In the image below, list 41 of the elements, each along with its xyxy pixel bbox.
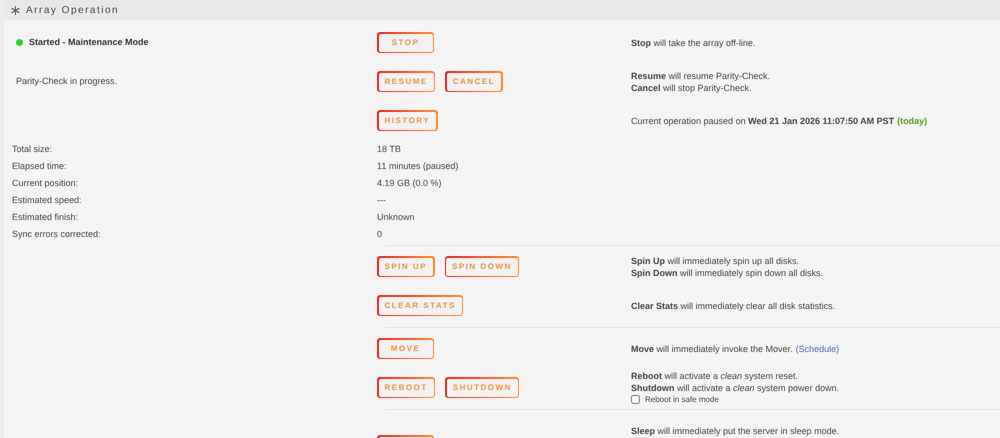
stat-value: --- <box>377 194 386 207</box>
stat-label: Estimated speed: <box>11 194 83 207</box>
stat-value: 18 TB <box>377 142 401 156</box>
action-button[interactable]: RESUME <box>377 71 436 92</box>
action-button[interactable]: REBOOT <box>377 377 436 398</box>
stat-value: 11 minutes (paused) <box>377 160 458 173</box>
action-description: Stop will take the array off-line. <box>631 36 756 48</box>
parity-status: Parity-Check in progress. <box>16 74 118 88</box>
stat-label: Total size: <box>11 142 54 156</box>
action-button[interactable]: SPIN UP <box>377 256 435 277</box>
action-description: Reboot will activate a clean system reset. <box>631 370 798 382</box>
action-description: Cancel will stop Parity-Check. <box>631 82 752 94</box>
action-button[interactable]: STOP <box>377 32 434 53</box>
stat-value: 0 <box>377 228 382 241</box>
action-description: Clear Stats will immediately clear all disk statistics. <box>631 300 836 312</box>
action-description: Current operation paused on Wed 21 Jan 2026 11:07:50 AM PST <box>631 114 894 126</box>
action-description: Spin Down will immediately spin down all disks. <box>631 266 824 278</box>
stat-label: Sync errors corrected: <box>11 228 102 241</box>
panel-title: Array Operation <box>26 4 120 18</box>
today-note: (today) <box>897 114 928 126</box>
action-description: Spin Up will immediately spin up all disks. <box>631 254 800 266</box>
schedule-link[interactable]: (Schedule) <box>796 342 840 354</box>
action-button[interactable]: CANCEL <box>445 71 503 92</box>
action-description: Resume will resume Parity-Check. <box>631 70 770 82</box>
action-button[interactable]: MOVE <box>377 338 434 359</box>
array-status: Started - Maintenance Mode <box>29 36 149 49</box>
action-description: Sleep will immediately put the server in sleep mode. <box>631 424 840 436</box>
stat-label: Estimated finish: <box>11 210 80 224</box>
action-button[interactable]: CLEAR STATS <box>377 295 464 316</box>
action-button[interactable]: SPIN DOWN <box>444 256 520 277</box>
action-description: Shutdown will activate a clean system power down. <box>631 382 840 394</box>
stat-value: Unknown <box>377 210 415 224</box>
safe-mode-checkbox[interactable] <box>631 395 640 404</box>
snowflake-icon <box>11 6 20 14</box>
action-button[interactable]: SHUTDOWN <box>445 377 520 398</box>
action-button[interactable]: HISTORY <box>377 110 438 131</box>
stat-label: Current position: <box>11 176 80 190</box>
action-description: Move will immediately invoke the Mover. <box>631 342 793 354</box>
checkbox-label: Reboot in safe mode <box>645 394 719 406</box>
stat-label: Elapsed time: <box>11 160 68 173</box>
stat-value: 4.19 GB (0.0 %) <box>377 176 442 190</box>
